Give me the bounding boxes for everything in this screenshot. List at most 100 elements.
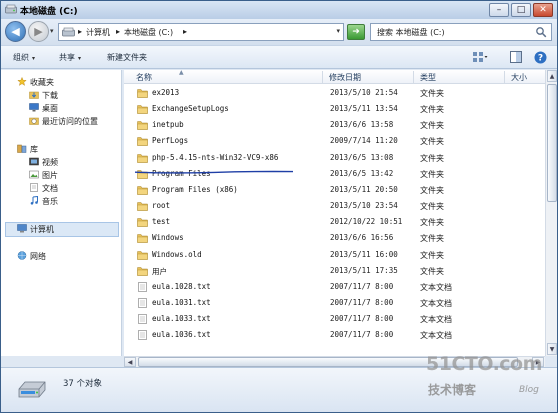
back-button[interactable]: ◀	[5, 21, 26, 42]
file-date: 2012/10/22 10:51	[330, 217, 403, 227]
preview-pane-icon[interactable]	[510, 51, 522, 63]
nav-documents[interactable]: 文档	[29, 182, 58, 195]
file-row[interactable]: php-5.4.15-nts-Win32-VC9-x86 2013/6/5 13:…	[124, 150, 545, 166]
share-button[interactable]: 共享 ▾	[59, 52, 81, 63]
file-row[interactable]: inetpub 2013/6/6 13:58 文件夹	[124, 117, 545, 133]
nav-videos[interactable]: 视频	[29, 156, 58, 169]
column-separator[interactable]	[504, 71, 505, 83]
file-row[interactable]: eula.1036.txt 2007/11/7 8:00 文本文档	[124, 327, 545, 343]
column-separator[interactable]	[322, 71, 323, 83]
nav-favorites[interactable]: 收藏夹	[17, 76, 54, 89]
nav-pictures[interactable]: 图片	[29, 169, 58, 182]
file-row[interactable]: eula.1031.txt 2007/11/7 8:00 文本文档	[124, 295, 545, 311]
file-name: Windows.old	[152, 249, 202, 259]
vertical-scrollbar[interactable]: ▲ ▼	[545, 70, 557, 356]
column-type[interactable]: 类型	[420, 72, 436, 83]
search-box[interactable]: 搜索 本地磁盘 (C:)	[370, 23, 552, 41]
address-bar[interactable]: ▸ 计算机 ▸ 本地磁盘 (C:) ▸ ▾	[58, 23, 344, 41]
file-row[interactable]: root 2013/5/10 23:54 文件夹	[124, 198, 545, 214]
text-file-icon	[138, 314, 147, 324]
scroll-left-button[interactable]: ◀	[124, 357, 136, 367]
breadcrumb-separator[interactable]: ▸	[78, 27, 82, 36]
desktop-icon	[29, 103, 39, 112]
folder-icon	[137, 186, 148, 195]
folder-icon	[137, 202, 148, 211]
folder-icon	[137, 218, 148, 227]
file-row[interactable]: Program Files (x86) 2013/5/11 20:50 文件夹	[124, 182, 545, 198]
downloads-folder-icon	[29, 91, 39, 99]
close-button[interactable]: ✕	[533, 3, 553, 17]
file-name: ExchangeSetupLogs	[152, 104, 229, 114]
window-title: 本地磁盘 (C:)	[20, 7, 78, 17]
file-type: 文件夹	[420, 89, 444, 98]
file-date: 2013/5/11 17:35	[330, 265, 398, 275]
file-name: eula.1033.txt	[152, 314, 211, 324]
music-icon	[30, 196, 38, 205]
drive-icon	[18, 381, 46, 398]
nav-computer[interactable]: 计算机	[17, 223, 54, 236]
file-row[interactable]: eula.1028.txt 2007/11/7 8:00 文本文档	[124, 279, 545, 295]
text-file-icon	[138, 330, 147, 341]
vertical-scroll-thumb[interactable]	[547, 84, 557, 202]
file-name: inetpub	[152, 120, 184, 130]
address-dropdown-icon[interactable]: ▾	[336, 27, 340, 35]
column-size[interactable]: 大小	[511, 72, 527, 83]
search-icon[interactable]	[535, 26, 547, 38]
breadcrumb-local-disk[interactable]: 本地磁盘 (C:)	[124, 27, 173, 38]
file-type: 文件夹	[420, 266, 444, 276]
file-row[interactable]: test 2012/10/22 10:51 文件夹	[124, 214, 545, 230]
watermark-logo: 51CTO.com	[426, 353, 542, 375]
column-date[interactable]: 修改日期	[329, 72, 361, 83]
breadcrumb-separator[interactable]: ▸	[116, 27, 120, 36]
forward-button[interactable]: ▶	[28, 21, 49, 42]
nav-libraries[interactable]: 库	[17, 143, 38, 156]
file-row[interactable]: eula.1033.txt 2007/11/7 8:00 文本文档	[124, 311, 545, 327]
file-type: 文本文档	[420, 282, 452, 292]
folder-icon	[137, 105, 148, 114]
file-type: 文件夹	[420, 105, 444, 115]
nav-desktop[interactable]: 桌面	[29, 102, 58, 115]
nav-network[interactable]: 网络	[17, 250, 46, 263]
minimize-button[interactable]: –	[489, 3, 509, 17]
file-row[interactable]: ex2013 2013/5/10 21:54 文件夹	[124, 85, 545, 101]
file-name: eula.1028.txt	[152, 281, 211, 291]
recent-pages-dropdown-icon[interactable]: ▾	[50, 27, 54, 35]
file-row[interactable]: PerfLogs 2009/7/14 11:20 文件夹	[124, 133, 545, 149]
new-folder-button[interactable]: 新建文件夹	[107, 52, 147, 63]
file-name: root	[152, 201, 171, 211]
video-icon	[29, 157, 39, 166]
drive-icon	[5, 4, 17, 14]
watermark-subtitle: 技术博客	[428, 383, 477, 397]
nav-downloads[interactable]: 下载	[29, 89, 58, 102]
column-name[interactable]: 名称	[136, 72, 152, 83]
text-file-icon	[138, 298, 147, 308]
computer-icon	[17, 224, 27, 233]
folder-icon	[137, 137, 148, 147]
file-row[interactable]: ExchangeSetupLogs 2013/5/11 13:54 文件夹	[124, 101, 545, 117]
scroll-down-button[interactable]: ▼	[547, 343, 557, 355]
file-row[interactable]: Windows 2013/6/6 16:56 文件夹	[124, 230, 545, 246]
maximize-button[interactable]: □	[511, 3, 531, 17]
nav-recent-places[interactable]: 最近访问的位置	[29, 115, 98, 128]
address-row: ◀ ▶ ▾ ▸ 计算机 ▸ 本地磁盘 (C:) ▸ ▾ ➜ 搜索 本地磁盘 (C…	[1, 19, 557, 45]
refresh-button[interactable]: ➜	[347, 24, 365, 40]
view-options-icon[interactable]	[472, 51, 488, 63]
nav-music[interactable]: 音乐	[29, 195, 58, 208]
navigation-pane: 收藏夹 下载 桌面 最近访问的位置 库 视频 图片 文档 音乐 计算机 网络	[1, 70, 122, 356]
breadcrumb-separator[interactable]: ▸	[183, 27, 187, 36]
help-icon[interactable]: ?	[534, 51, 547, 64]
breadcrumb-computer[interactable]: 计算机	[86, 27, 110, 38]
column-separator[interactable]	[413, 71, 414, 83]
file-type: 文本文档	[420, 298, 452, 308]
file-row[interactable]: 用户 2013/5/11 17:35 文件夹	[124, 263, 545, 279]
file-row[interactable]: Windows.old 2013/5/11 16:00 文件夹	[124, 247, 545, 263]
scroll-up-button[interactable]: ▲	[547, 70, 557, 82]
search-input[interactable]: 搜索 本地磁盘 (C:)	[377, 27, 445, 38]
folder-icon	[137, 234, 148, 244]
file-date: 2013/5/11 16:00	[330, 249, 398, 259]
explorer-window: 本地磁盘 (C:) – □ ✕ ◀ ▶ ▾ ▸ 计算机 ▸ 本地磁盘 (C:) …	[0, 0, 558, 413]
recent-places-icon	[29, 117, 39, 125]
organize-button[interactable]: 组织 ▾	[13, 52, 35, 63]
title-bar[interactable]: 本地磁盘 (C:) – □ ✕	[1, 1, 557, 19]
file-type: 文件夹	[420, 169, 444, 179]
